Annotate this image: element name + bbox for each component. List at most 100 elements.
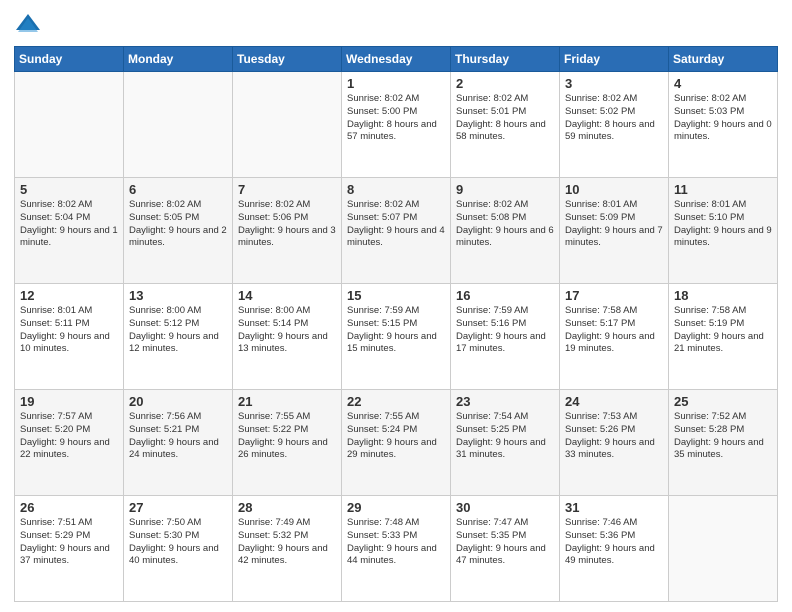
day-number: 20 <box>129 394 227 409</box>
day-content: Sunrise: 8:02 AM Sunset: 5:08 PM Dayligh… <box>456 199 554 250</box>
weekday-header-monday: Monday <box>124 47 233 72</box>
day-content: Sunrise: 7:58 AM Sunset: 5:19 PM Dayligh… <box>674 305 772 356</box>
calendar-cell: 15Sunrise: 7:59 AM Sunset: 5:15 PM Dayli… <box>342 284 451 390</box>
day-content: Sunrise: 7:53 AM Sunset: 5:26 PM Dayligh… <box>565 411 663 462</box>
day-content: Sunrise: 7:46 AM Sunset: 5:36 PM Dayligh… <box>565 517 663 568</box>
calendar-cell: 29 Sunrise: 7:48 AM Sunset: 5:33 PM Dayli… <box>342 496 451 602</box>
calendar-cell: 31 Sunrise: 7:46 AM Sunset: 5:36 PM Dayli… <box>560 496 669 602</box>
day-content: Sunrise: 8:00 AM Sunset: 5:12 PM Dayligh… <box>129 305 227 356</box>
day-number: 23 <box>456 394 554 409</box>
calendar-cell: 27 Sunrise: 7:50 AM Sunset: 5:30 PM Dayli… <box>124 496 233 602</box>
week-row-5: 26 Sunrise: 7:51 AM Sunset: 5:29 PM Dayli… <box>15 496 778 602</box>
day-number: 16 <box>456 288 554 303</box>
week-row-2: 5 Sunrise: 8:02 AM Sunset: 5:04 PM Daylig… <box>15 178 778 284</box>
calendar-cell: 19 Sunrise: 7:57 AM Sunset: 5:20 PM Dayli… <box>15 390 124 496</box>
day-number: 25 <box>674 394 772 409</box>
week-row-1: 1 Sunrise: 8:02 AM Sunset: 5:00 PM Daylig… <box>15 72 778 178</box>
calendar-cell: 18 Sunrise: 7:58 AM Sunset: 5:19 PM Dayli… <box>669 284 778 390</box>
day-number: 31 <box>565 500 663 515</box>
day-number: 19 <box>20 394 118 409</box>
day-content: Sunrise: 8:02 AM Sunset: 5:07 PM Dayligh… <box>347 199 445 250</box>
day-content: Sunrise: 7:49 AM Sunset: 5:32 PM Dayligh… <box>238 517 336 568</box>
day-content: Sunrise: 7:50 AM Sunset: 5:30 PM Dayligh… <box>129 517 227 568</box>
calendar-cell: 4 Sunrise: 8:02 AM Sunset: 5:03 PM Daylig… <box>669 72 778 178</box>
day-content: Sunrise: 7:54 AM Sunset: 5:25 PM Dayligh… <box>456 411 554 462</box>
calendar-cell: 1 Sunrise: 8:02 AM Sunset: 5:00 PM Daylig… <box>342 72 451 178</box>
calendar-cell: 9 Sunrise: 8:02 AM Sunset: 5:08 PM Daylig… <box>451 178 560 284</box>
day-content: Sunrise: 7:57 AM Sunset: 5:20 PM Dayligh… <box>20 411 118 462</box>
calendar-cell: 23 Sunrise: 7:54 AM Sunset: 5:25 PM Dayli… <box>451 390 560 496</box>
weekday-header-sunday: Sunday <box>15 47 124 72</box>
day-number: 11 <box>674 182 772 197</box>
calendar-cell: 28 Sunrise: 7:49 AM Sunset: 5:32 PM Dayli… <box>233 496 342 602</box>
day-content: Sunrise: 8:01 AM Sunset: 5:09 PM Dayligh… <box>565 199 663 250</box>
calendar-cell: 3Sunrise: 8:02 AM Sunset: 5:02 PM Daylig… <box>560 72 669 178</box>
day-number: 15 <box>347 288 445 303</box>
day-content: Sunrise: 8:01 AM Sunset: 5:11 PM Dayligh… <box>20 305 118 356</box>
day-number: 24 <box>565 394 663 409</box>
logo <box>14 10 46 38</box>
day-number: 21 <box>238 394 336 409</box>
day-content: Sunrise: 7:47 AM Sunset: 5:35 PM Dayligh… <box>456 517 554 568</box>
day-content: Sunrise: 7:48 AM Sunset: 5:33 PM Dayligh… <box>347 517 445 568</box>
header <box>14 10 778 38</box>
page: SundayMondayTuesdayWednesdayThursdayFrid… <box>0 0 792 612</box>
weekday-header-wednesday: Wednesday <box>342 47 451 72</box>
day-number: 30 <box>456 500 554 515</box>
day-number: 2 <box>456 76 554 91</box>
day-content: Sunrise: 7:59 AM Sunset: 5:16 PM Dayligh… <box>456 305 554 356</box>
day-number: 4 <box>674 76 772 91</box>
weekday-header-friday: Friday <box>560 47 669 72</box>
calendar-cell: 11 Sunrise: 8:01 AM Sunset: 5:10 PM Dayli… <box>669 178 778 284</box>
day-number: 27 <box>129 500 227 515</box>
calendar-cell <box>669 496 778 602</box>
day-content: Sunrise: 8:01 AM Sunset: 5:10 PM Dayligh… <box>674 199 772 250</box>
day-content: Sunrise: 8:02 AM Sunset: 5:01 PM Dayligh… <box>456 93 554 144</box>
day-content: Sunrise: 7:56 AM Sunset: 5:21 PM Dayligh… <box>129 411 227 462</box>
calendar-cell: 10Sunrise: 8:01 AM Sunset: 5:09 PM Dayli… <box>560 178 669 284</box>
day-number: 26 <box>20 500 118 515</box>
week-row-4: 19 Sunrise: 7:57 AM Sunset: 5:20 PM Dayli… <box>15 390 778 496</box>
weekday-header-row: SundayMondayTuesdayWednesdayThursdayFrid… <box>15 47 778 72</box>
weekday-header-thursday: Thursday <box>451 47 560 72</box>
weekday-header-tuesday: Tuesday <box>233 47 342 72</box>
day-number: 22 <box>347 394 445 409</box>
calendar-cell: 13Sunrise: 8:00 AM Sunset: 5:12 PM Dayli… <box>124 284 233 390</box>
day-number: 8 <box>347 182 445 197</box>
day-number: 29 <box>347 500 445 515</box>
calendar-cell: 16 Sunrise: 7:59 AM Sunset: 5:16 PM Dayli… <box>451 284 560 390</box>
calendar-cell: 14Sunrise: 8:00 AM Sunset: 5:14 PM Dayli… <box>233 284 342 390</box>
day-content: Sunrise: 7:58 AM Sunset: 5:17 PM Dayligh… <box>565 305 663 356</box>
day-number: 7 <box>238 182 336 197</box>
day-number: 5 <box>20 182 118 197</box>
calendar-cell <box>233 72 342 178</box>
week-row-3: 12Sunrise: 8:01 AM Sunset: 5:11 PM Dayli… <box>15 284 778 390</box>
calendar-cell: 8 Sunrise: 8:02 AM Sunset: 5:07 PM Daylig… <box>342 178 451 284</box>
day-content: Sunrise: 7:51 AM Sunset: 5:29 PM Dayligh… <box>20 517 118 568</box>
day-number: 18 <box>674 288 772 303</box>
calendar-cell: 12Sunrise: 8:01 AM Sunset: 5:11 PM Dayli… <box>15 284 124 390</box>
calendar-cell: 21Sunrise: 7:55 AM Sunset: 5:22 PM Dayli… <box>233 390 342 496</box>
day-number: 14 <box>238 288 336 303</box>
day-content: Sunrise: 8:02 AM Sunset: 5:04 PM Dayligh… <box>20 199 118 250</box>
calendar-cell: 6Sunrise: 8:02 AM Sunset: 5:05 PM Daylig… <box>124 178 233 284</box>
calendar-cell: 30 Sunrise: 7:47 AM Sunset: 5:35 PM Dayli… <box>451 496 560 602</box>
day-number: 17 <box>565 288 663 303</box>
calendar-cell: 2 Sunrise: 8:02 AM Sunset: 5:01 PM Daylig… <box>451 72 560 178</box>
calendar-cell: 25Sunrise: 7:52 AM Sunset: 5:28 PM Dayli… <box>669 390 778 496</box>
day-content: Sunrise: 8:02 AM Sunset: 5:02 PM Dayligh… <box>565 93 663 144</box>
logo-icon <box>14 10 42 38</box>
calendar-cell: 17 Sunrise: 7:58 AM Sunset: 5:17 PM Dayli… <box>560 284 669 390</box>
day-number: 28 <box>238 500 336 515</box>
day-number: 1 <box>347 76 445 91</box>
calendar-cell: 26 Sunrise: 7:51 AM Sunset: 5:29 PM Dayli… <box>15 496 124 602</box>
day-content: Sunrise: 8:02 AM Sunset: 5:05 PM Dayligh… <box>129 199 227 250</box>
calendar-cell <box>15 72 124 178</box>
day-content: Sunrise: 8:02 AM Sunset: 5:06 PM Dayligh… <box>238 199 336 250</box>
day-content: Sunrise: 8:02 AM Sunset: 5:00 PM Dayligh… <box>347 93 445 144</box>
day-content: Sunrise: 8:02 AM Sunset: 5:03 PM Dayligh… <box>674 93 772 144</box>
calendar-cell: 24 Sunrise: 7:53 AM Sunset: 5:26 PM Dayli… <box>560 390 669 496</box>
day-content: Sunrise: 7:55 AM Sunset: 5:24 PM Dayligh… <box>347 411 445 462</box>
day-number: 9 <box>456 182 554 197</box>
calendar-cell <box>124 72 233 178</box>
